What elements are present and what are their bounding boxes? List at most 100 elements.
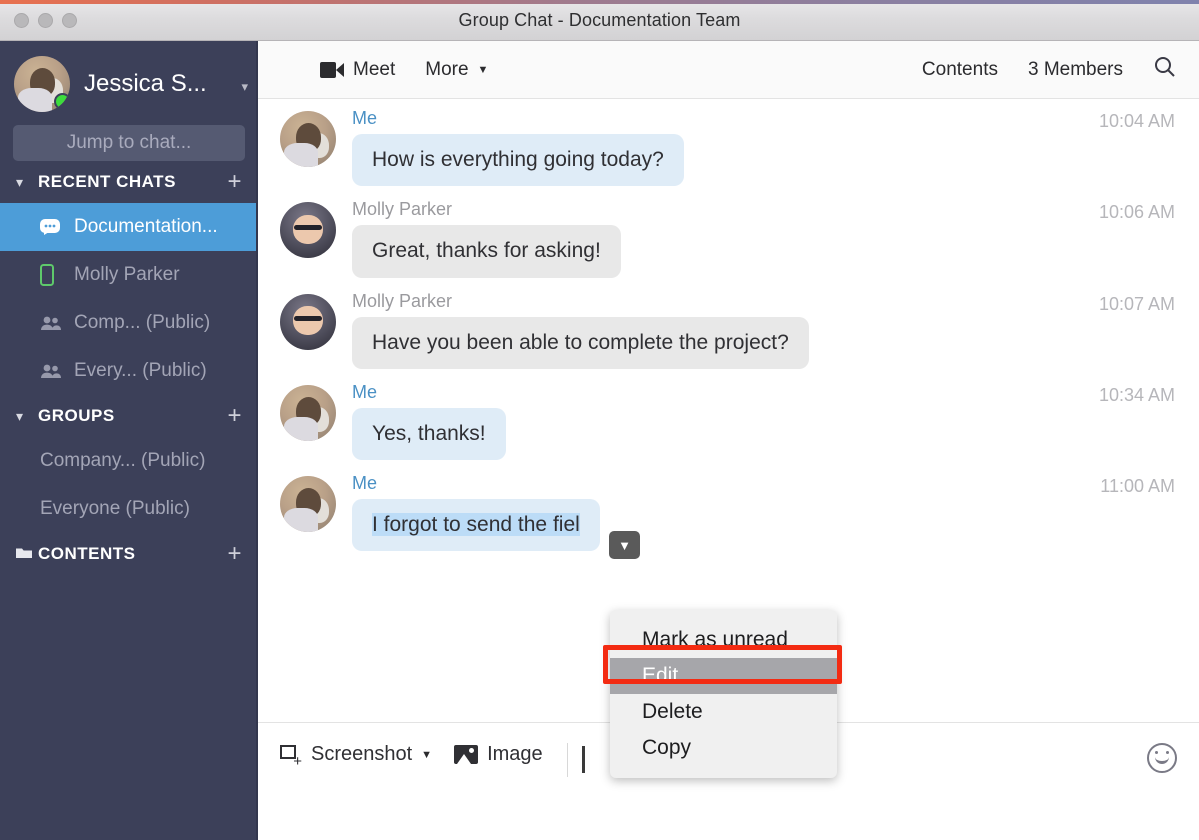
sidebar-item-label: Comp... (Public): [74, 312, 211, 333]
chat-toolbar: Meet More ▼ Contents 3 Members: [258, 41, 1199, 99]
toolbar-right-group: Contents 3 Members: [922, 55, 1177, 84]
avatar: [280, 111, 336, 167]
image-button[interactable]: Image: [454, 743, 543, 766]
message-row-selected: Me I forgot to send the fiel 11:00 AM ▼: [258, 468, 1199, 559]
sidebar-section-recent-chats[interactable]: ▾ RECENT CHATS +: [0, 161, 258, 203]
message-timestamp: 10:34 AM: [1098, 384, 1175, 405]
screenshot-icon: +: [280, 744, 302, 769]
current-user-row[interactable]: Jessica S... ▾: [0, 41, 258, 113]
message-timestamp: 11:00 AM: [1100, 476, 1175, 496]
more-label: More: [425, 58, 469, 80]
message-sender: Me: [352, 108, 378, 128]
close-button[interactable]: [14, 13, 29, 28]
chevron-down-icon[interactable]: ▾: [241, 79, 248, 95]
message-body: Me How is everything going today?: [352, 108, 1177, 187]
members-count[interactable]: 3 Members: [1028, 59, 1123, 81]
section-label-groups: GROUPS: [38, 406, 115, 425]
sidebar-item-everyone-public[interactable]: Everyone (Public): [0, 485, 258, 533]
chat-bubble-icon: [40, 219, 74, 235]
more-button[interactable]: More ▼: [425, 59, 488, 81]
group-people-icon: [40, 315, 74, 331]
message-body: Molly Parker Great, thanks for asking!: [352, 199, 1177, 278]
message-bubble[interactable]: Great, thanks for asking!: [352, 225, 621, 278]
sidebar-section-groups[interactable]: ▾ GROUPS +: [0, 395, 258, 437]
meet-label: Meet: [353, 58, 396, 80]
mobile-phone-icon: [40, 264, 74, 286]
sidebar-item-molly-parker[interactable]: Molly Parker: [0, 251, 258, 299]
context-menu-item-mark-as-unread[interactable]: Mark as unread: [610, 622, 837, 658]
message-body: Me Yes, thanks!: [352, 383, 1177, 460]
sidebar-item-comp-public[interactable]: Comp... (Public): [0, 299, 258, 347]
message-bubble[interactable]: How is everything going today?: [352, 134, 684, 187]
online-status-dot: [54, 93, 70, 110]
avatar: [280, 293, 336, 350]
composer-divider: [566, 743, 568, 777]
video-camera-icon: [320, 61, 344, 78]
plus-icon[interactable]: +: [227, 168, 242, 196]
message-sender: Me: [352, 381, 378, 402]
sidebar-item-label: Every... (Public): [74, 360, 207, 381]
chevron-down-icon[interactable]: ▾: [16, 408, 38, 425]
app-window: Group Chat - Documentation Team Jessica …: [0, 0, 1199, 840]
caret-down-icon: ▼: [477, 63, 489, 76]
smiley-face-icon: [1153, 751, 1171, 765]
sidebar-item-label: Company... (Public): [40, 450, 206, 471]
message-bubble[interactable]: I forgot to send the fiel: [352, 499, 600, 552]
title-bar-accent: [0, 0, 1199, 4]
message-body: Me I forgot to send the fiel: [352, 473, 1177, 552]
title-bar: Group Chat - Documentation Team: [0, 0, 1199, 41]
zoom-button[interactable]: [62, 13, 77, 28]
caret-down-icon[interactable]: ▼: [421, 749, 432, 761]
message-timestamp: 10:07 AM: [1098, 293, 1175, 314]
main-panel: Meet More ▼ Contents 3 Members Me How is…: [258, 41, 1199, 840]
message-body: Molly Parker Have you been able to compl…: [352, 292, 1177, 369]
sidebar-item-company-public[interactable]: Company... (Public): [0, 437, 258, 485]
contents-tab[interactable]: Contents: [922, 59, 998, 81]
context-menu-item-delete[interactable]: Delete: [610, 694, 837, 730]
sidebar-item-label: Everyone (Public): [40, 498, 190, 519]
sidebar: Jessica S... ▾ Jump to chat... ▾ RECENT …: [0, 41, 258, 840]
message-row: Me Yes, thanks! 10:34 AM: [258, 377, 1199, 466]
message-row: Molly Parker Have you been able to compl…: [258, 286, 1199, 375]
sidebar-item-label: Documentation...: [74, 216, 218, 237]
context-menu-item-copy[interactable]: Copy: [610, 730, 837, 766]
message-row: Molly Parker Great, thanks for asking! 1…: [258, 194, 1199, 283]
sidebar-item-documentation[interactable]: Documentation...: [0, 203, 258, 251]
image-label: Image: [487, 743, 543, 765]
meet-button[interactable]: Meet: [320, 59, 395, 81]
message-bubble[interactable]: Have you been able to complete the proje…: [352, 316, 809, 369]
message-bubble[interactable]: Yes, thanks!: [352, 407, 506, 460]
minimize-button[interactable]: [38, 13, 53, 28]
message-timestamp: 10:04 AM: [1098, 111, 1175, 131]
plus-icon[interactable]: +: [227, 540, 242, 568]
message-input-caret[interactable]: [581, 746, 585, 773]
avatar: [14, 56, 70, 112]
window-controls[interactable]: [14, 13, 77, 28]
sidebar-section-contents[interactable]: CONTENTS +: [0, 533, 258, 575]
emoji-picker-button[interactable]: [1147, 743, 1177, 773]
plus-icon[interactable]: +: [227, 402, 242, 430]
message-timestamp: 10:06 AM: [1098, 202, 1175, 223]
section-label-contents: CONTENTS: [38, 544, 136, 563]
screenshot-button[interactable]: + Screenshot ▼: [280, 743, 432, 769]
folder-icon: [16, 544, 38, 564]
sidebar-item-every-public[interactable]: Every... (Public): [0, 347, 258, 395]
jump-to-chat-input[interactable]: Jump to chat...: [13, 125, 245, 161]
message-sender: Molly Parker: [352, 199, 453, 220]
jump-to-chat-placeholder: Jump to chat...: [66, 132, 192, 153]
message-sender: Me: [352, 473, 378, 493]
message-actions-toggle[interactable]: ▼: [609, 531, 640, 559]
sidebar-item-label: Molly Parker: [74, 264, 180, 285]
context-menu-item-edit[interactable]: Edit: [610, 658, 837, 694]
message-context-menu[interactable]: Mark as unread Edit Delete Copy: [610, 610, 837, 778]
message-sender: Molly Parker: [352, 290, 453, 311]
screenshot-label: Screenshot: [311, 743, 413, 765]
avatar: [280, 202, 336, 259]
chevron-down-icon: ▼: [618, 537, 631, 553]
search-icon[interactable]: [1153, 55, 1177, 84]
chevron-down-icon[interactable]: ▾: [16, 174, 38, 191]
selected-message-text: I forgot to send the fiel: [372, 513, 580, 536]
current-user-name: Jessica S...: [84, 70, 207, 97]
image-icon: [454, 745, 479, 764]
section-label-recent-chats: RECENT CHATS: [38, 172, 176, 191]
